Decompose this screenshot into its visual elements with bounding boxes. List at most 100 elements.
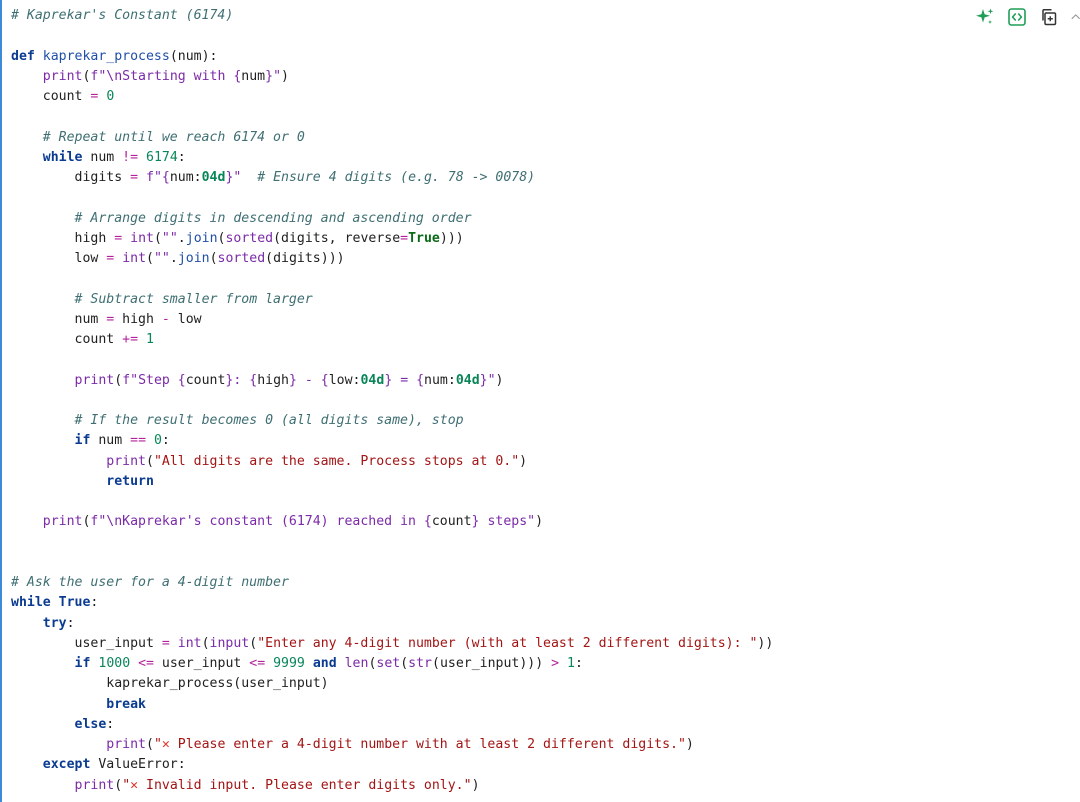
code-token: num:: [424, 372, 456, 388]
code-token: len: [344, 656, 369, 671]
code-token: (: [209, 251, 218, 266]
code-token: =: [400, 230, 409, 246]
code-token: num: [82, 149, 123, 165]
code-token: ): [535, 514, 544, 530]
code-token: low: [169, 311, 202, 327]
code-line: else:: [11, 715, 773, 735]
code-token: {: [161, 170, 170, 185]
code-token: low:: [328, 372, 361, 388]
code-cell[interactable]: # Kaprekar's Constant (6174) def kapreka…: [0, 0, 1080, 802]
code-token: num: [11, 311, 107, 327]
code-editor[interactable]: # Kaprekar's Constant (6174) def kapreka…: [11, 6, 773, 796]
code-token: True: [408, 230, 440, 246]
code-token: :: [90, 595, 99, 611]
copy-button[interactable]: [1038, 6, 1060, 28]
code-token: 04d: [455, 372, 480, 388]
code-token: }: [288, 372, 297, 388]
code-token: 0: [106, 89, 115, 104]
code-token: {: [177, 372, 186, 388]
code-token: if: [74, 433, 91, 449]
code-token: high: [114, 311, 162, 327]
code-token: .: [177, 230, 186, 246]
code-token: input: [209, 635, 250, 651]
code-token: "": [153, 251, 170, 266]
collapse-button[interactable]: [1070, 6, 1080, 28]
code-token: }: [265, 68, 274, 84]
code-line: print("✕ Please enter a 4-digit number w…: [11, 735, 773, 755]
code-token: def: [11, 48, 35, 64]
code-token: ==: [130, 433, 147, 449]
code-token: except: [42, 757, 91, 773]
code-token: :: [161, 433, 170, 449]
code-token: # Kaprekar's Constant (6174): [11, 8, 234, 23]
code-token: ))): [439, 230, 464, 246]
code-line: # Repeat until we reach 6174 or 0: [11, 128, 773, 148]
code-token: int: [177, 635, 202, 651]
code-token: # Ask the user for a 4-digit number: [11, 575, 289, 590]
code-token: (digits, reverse: [273, 230, 401, 246]
code-token: kaprekar_process: [42, 48, 170, 64]
code-line: low = int("".join(sorted(digits))): [11, 249, 773, 269]
code-line: # Subtract smaller from larger: [11, 290, 773, 310]
code-token: )): [757, 635, 774, 651]
code-token: (: [145, 453, 154, 469]
code-token: count: [431, 514, 472, 530]
sparkle-button[interactable]: [974, 6, 996, 28]
code-token: f"Step: [122, 372, 178, 388]
code-token: while: [42, 149, 83, 165]
code-token: try: [42, 615, 67, 631]
code-token: 6174: [146, 149, 178, 165]
code-token: sorted: [217, 251, 266, 266]
sparkle-icon: [976, 8, 994, 24]
code-token: f"\nKaprekar's constant (6174) reached i…: [90, 514, 424, 530]
code-line: try:: [11, 614, 773, 634]
code-view-button[interactable]: [1006, 6, 1028, 28]
code-line: break: [11, 695, 773, 715]
code-token: 04d: [201, 170, 226, 185]
code-token: ): [471, 777, 480, 793]
code-token: Please enter a 4-digit number with at le…: [169, 737, 686, 752]
code-token: ✕: [130, 777, 139, 793]
code-token: {: [416, 372, 425, 388]
chevron-up-icon: [1071, 14, 1080, 20]
code-token: .: [169, 251, 178, 266]
code-token: high: [11, 230, 115, 246]
code-token: print: [106, 737, 146, 752]
code-token: # If the result becomes 0 (all digits sa…: [74, 413, 464, 428]
cell-toolbar: [974, 6, 1080, 28]
code-line: # Kaprekar's Constant (6174): [11, 6, 773, 26]
code-line: # If the result becomes 0 (all digits sa…: [11, 411, 773, 431]
code-line: print("All digits are the same. Process …: [11, 452, 773, 472]
code-token: steps": [479, 514, 536, 530]
code-token: user_input: [11, 635, 162, 651]
code-token: digits: [11, 170, 131, 185]
code-token: (: [201, 635, 210, 651]
code-line: kaprekar_process(user_input): [11, 674, 773, 694]
code-token: # Ensure 4 digits (e.g. 78 -> 0078): [257, 170, 536, 185]
code-token: -: [296, 372, 321, 388]
code-line: digits = f"{num:04d}" # Ensure 4 digits …: [11, 168, 773, 188]
code-line: print(f"\nStarting with {num}"): [11, 67, 773, 87]
code-token: ValueError:: [90, 757, 186, 773]
code-line: while num != 6174:: [11, 148, 773, 168]
code-token: "": [161, 230, 178, 246]
code-token: if: [74, 656, 91, 671]
code-token: # Repeat until we reach 6174 or 0: [42, 129, 305, 145]
code-token: f"\nStarting with: [90, 68, 234, 84]
code-token: {: [320, 372, 329, 388]
